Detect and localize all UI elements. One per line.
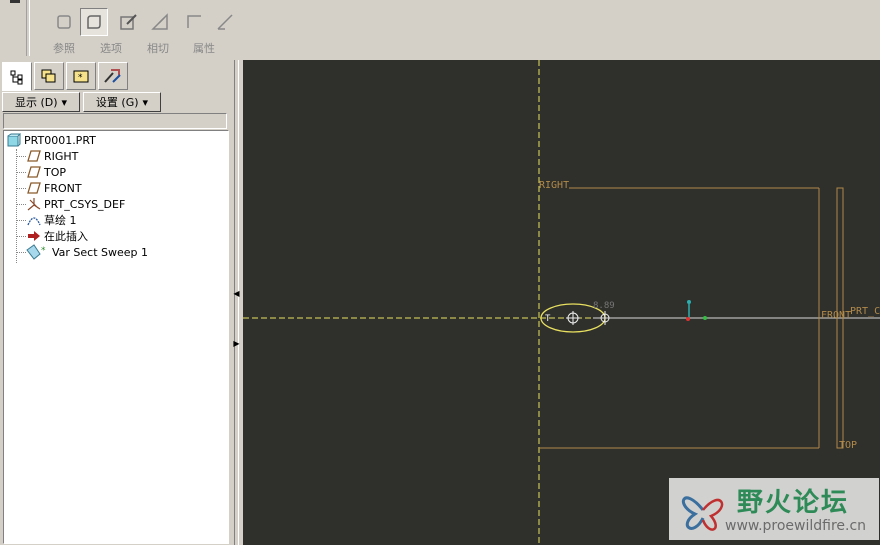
datum-plane-icon [26,165,42,179]
chevron-down-icon: ▾ [142,95,149,109]
tree-item-var-sect-sweep[interactable]: * Var Sect Sweep 1 [26,244,148,260]
reference-button[interactable] [50,8,78,36]
model-canvas: RIGHT FRONT PRT_C TOP 8.89 T [243,60,880,545]
part-icon [6,133,22,147]
watermark-title: 野火论坛 [737,488,850,518]
datum-plane-icon [26,149,42,163]
tree-item-label: RIGHT [44,149,79,163]
properties-button[interactable] [146,8,174,36]
dashboard-toolbar: 参照 选项 相切 属性 [0,0,880,60]
csys-icon [26,197,42,211]
tree-item-insert-here[interactable]: 在此插入 [26,228,88,244]
datum-front-box: FRONT PRT_C TOP [539,187,880,451]
tree-guide-line [16,188,26,189]
tab-tools[interactable] [98,62,128,90]
rect-tool-button[interactable] [180,8,208,36]
splitter-line [234,60,235,545]
svg-text:*: * [78,73,83,83]
display-menu-button[interactable]: 显示 (D) ▾ [2,92,80,112]
tree-item-label: PRT_CSYS_DEF [44,197,126,211]
right-plane-tag: RIGHT [539,180,569,191]
tree-item-front[interactable]: FRONT [26,180,82,196]
datum-right-plane: RIGHT [538,60,819,545]
dimension-label: 8.89 [593,301,615,311]
properties-icon [151,13,168,30]
model-tree: PRT0001.PRT RIGHT TOP FRONT PRT_CSYS_DEF… [3,130,229,544]
tree-item-right[interactable]: RIGHT [26,148,78,164]
tree-guide-line [16,156,26,157]
tree-item-label: TOP [44,165,67,179]
graphics-window[interactable]: RIGHT FRONT PRT_C TOP 8.89 T [243,60,880,545]
tab-model-tree[interactable] [2,62,32,91]
insert-here-arrow-icon [26,229,42,243]
tree-item-top[interactable]: TOP [26,164,66,180]
tab-favorites[interactable]: * [66,62,96,90]
tree-item-label: FRONT [44,181,82,195]
favorites-icon: * [73,70,89,83]
tangent-button[interactable] [115,8,143,36]
rectangle-icon [187,15,201,28]
options-button[interactable] [80,8,108,36]
tree-guide-line [16,204,26,205]
tree-item-label: Var Sect Sweep 1 [52,245,149,259]
expand-right-arrow-icon[interactable]: ▶ [232,336,241,350]
top-plane-tag: TOP [839,440,857,451]
navigator-panel: * 显示 (D) ▾ 设置 (G) ▾ PRT0001.PRT RIGHT TO… [0,60,232,545]
svg-text:*: * [41,246,46,256]
tree-guide-line [16,252,26,253]
settings-menu-label: 设置 (G) [95,96,139,109]
tools-icon [104,69,121,83]
slash-line-icon [217,14,233,30]
watermark-url: www.proewildfire.cn [725,518,867,534]
collapse-left-arrow-icon[interactable]: ◀ [232,286,241,300]
tree-guide-line [16,172,26,173]
tree-filter-bar [3,113,227,129]
tree-item-part[interactable]: PRT0001.PRT [6,132,96,148]
tree-item-sketch[interactable]: 草绘 1 [26,212,77,228]
panel-splitter[interactable]: ◀ ▶ [232,60,243,545]
properties-label: 属性 [193,42,215,55]
navigator-tabs: * [2,62,128,91]
model-tree-icon [10,70,23,84]
tree-guide-line [16,149,17,263]
line-tool-button[interactable] [211,8,239,36]
butterfly-logo-icon [682,496,724,531]
tab-layers[interactable] [34,62,64,90]
settings-menu-button[interactable]: 设置 (G) ▾ [83,92,161,112]
options-label: 选项 [100,42,122,55]
tree-item-csys[interactable]: PRT_CSYS_DEF [26,196,125,212]
var-sect-sweep-icon: * [26,244,50,260]
reference-label: 参照 [53,42,75,55]
sweep-section-ellipse: 8.89 T [540,301,615,333]
tree-item-label: PRT0001.PRT [24,133,96,147]
splitter-line [238,60,239,545]
tree-item-label: 在此插入 [44,230,88,243]
tangent-label: 相切 [147,42,169,55]
sketch-icon [26,213,42,227]
reference-icon [57,15,71,29]
tree-guide-line [16,236,26,237]
options-icon [87,15,101,29]
tangent-icon [120,14,137,30]
tree-item-label: 草绘 1 [44,214,77,227]
navigator-menubar: 显示 (D) ▾ 设置 (G) ▾ [2,92,228,112]
toolbar-grip [10,0,20,3]
chevron-down-icon: ▾ [61,95,68,109]
datum-plane-icon [26,181,42,195]
tree-guide-line [16,220,26,221]
csys-tag: PRT_C [850,306,880,317]
front-plane-tag: FRONT [821,310,851,321]
start-point-label: T [545,314,551,324]
toolbar-separator [26,0,30,56]
display-menu-label: 显示 (D) [14,96,58,109]
watermark: 野火论坛 www.proewildfire.cn [669,478,879,540]
layers-icon [41,69,56,83]
